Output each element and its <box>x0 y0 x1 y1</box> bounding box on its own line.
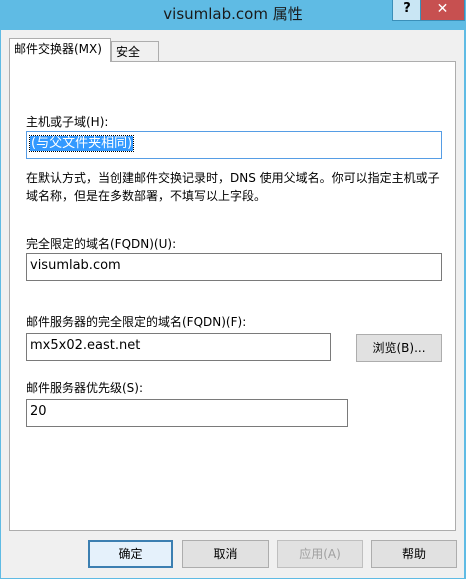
browse-button[interactable]: 浏览(B)... <box>356 334 442 362</box>
title-bar[interactable]: visumlab.com 属性 ? ✕ <box>0 0 466 30</box>
title-help-button[interactable]: ? <box>392 0 422 21</box>
dialog-body: 邮件交换器(MX) 安全 主机或子域(H): (与父文件夹相同) 在默认方式，当… <box>1 30 464 578</box>
priority-label: 邮件服务器优先级(S): <box>26 381 144 395</box>
tab-security[interactable]: 安全 <box>111 41 159 62</box>
host-label: 主机或子域(H): <box>26 115 109 129</box>
fqdn-label: 完全限定的域名(FQDN)(U): <box>26 237 177 251</box>
description-text: 在默认方式，当创建邮件交换记录时，DNS 使用父域名。你可以指定主机或子域名称，… <box>26 171 440 203</box>
priority-field[interactable]: 20 <box>26 399 348 427</box>
tab-panel: 主机或子域(H): (与父文件夹相同) 在默认方式，当创建邮件交换记录时，DNS… <box>9 61 456 531</box>
cancel-button[interactable]: 取消 <box>182 540 269 568</box>
fqdn-field[interactable]: visumlab.com <box>26 253 442 281</box>
close-button[interactable]: ✕ <box>420 0 465 21</box>
host-input-value: (与父文件夹相同) <box>28 135 135 152</box>
host-input[interactable]: (与父文件夹相同) <box>26 131 442 159</box>
mail-server-label: 邮件服务器的完全限定的域名(FQDN)(F): <box>26 315 247 329</box>
apply-button[interactable]: 应用(A) <box>277 540 363 568</box>
tab-mx[interactable]: 邮件交换器(MX) <box>9 38 111 62</box>
mail-server-field[interactable]: mx5x02.east.net <box>26 333 331 361</box>
ok-button[interactable]: 确定 <box>88 540 173 568</box>
help-button[interactable]: 帮助 <box>371 540 457 568</box>
